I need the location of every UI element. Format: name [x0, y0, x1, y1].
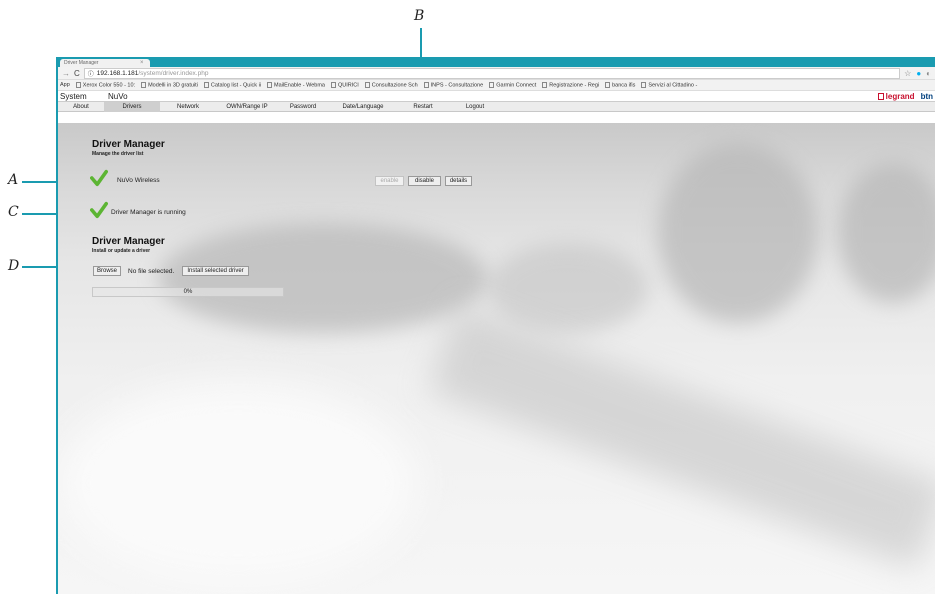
background-trees: [488, 243, 648, 333]
callout-d: D: [8, 258, 20, 274]
brand-suffix: btn: [920, 92, 933, 101]
bookmark-item[interactable]: Catalog list - Quick ii: [203, 81, 262, 89]
details-button[interactable]: details: [445, 176, 472, 186]
bookmark-icon: [605, 81, 611, 88]
bookmark-icon: [267, 81, 273, 88]
bookmark-item[interactable]: Garmin Connect: [489, 81, 537, 89]
checkmark-icon: [90, 169, 108, 187]
bookmark-item[interactable]: QUIRICI: [331, 81, 359, 89]
bookmark-item[interactable]: Modelli in 3D gratuiti: [141, 81, 198, 89]
bookmark-item[interactable]: Xerox Color 550 - 10:: [75, 81, 136, 89]
forward-icon[interactable]: →: [62, 67, 70, 80]
callout-b: B: [414, 8, 425, 24]
progress-label: 0%: [183, 289, 193, 295]
disable-button[interactable]: disable: [408, 176, 441, 186]
installer-title: Driver Manager: [92, 236, 165, 247]
bookmark-icon: [364, 81, 370, 88]
menu-item-own-range-ip[interactable]: OWN/Range IP: [216, 102, 278, 112]
bookmark-label: Registrazione - Regi: [549, 82, 600, 89]
callout-c: C: [8, 204, 19, 220]
bookmark-item[interactable]: Consultazione Sch: [364, 81, 418, 89]
bookmark-item[interactable]: Registrazione - Regi: [542, 81, 600, 89]
bookmark-icon: [75, 81, 81, 88]
background-river: [428, 306, 935, 570]
bookmark-label: MailEnable - Webma: [274, 82, 325, 89]
upload-progress-bar: 0%: [92, 287, 284, 297]
driver-list-title: Driver Manager: [92, 139, 165, 150]
content-area: Driver Manager Manage the driver list Nu…: [58, 123, 935, 594]
bookmark-icon: [489, 81, 495, 88]
main-menu: About Drivers Network OWN/Range IP Password D…: [58, 102, 935, 112]
bookmark-label: INPS - Consultazione: [430, 82, 484, 89]
bookmark-item[interactable]: banca ifis: [605, 81, 636, 89]
bookmark-item[interactable]: INPS - Consultazione: [423, 81, 484, 89]
bookmark-item[interactable]: Servizi al Cittadino -: [641, 81, 698, 89]
star-icon[interactable]: ☆: [904, 69, 911, 78]
driver-list-subtitle: Manage the driver list: [92, 151, 144, 157]
app-header: System NuVo legrand btn: [58, 91, 935, 102]
tab-close-icon[interactable]: ×: [140, 59, 144, 67]
background-trees: [838, 163, 935, 303]
bookmark-label: Catalog list - Quick ii: [210, 82, 262, 89]
bookmarks-bar: App Xerox Color 550 - 10: Modelli in 3D gr…: [58, 80, 935, 91]
device-label: NuVo: [108, 91, 128, 101]
menu-item-logout[interactable]: Logout: [448, 102, 502, 112]
extension-icon[interactable]: ◐: [926, 69, 931, 78]
info-icon: ⓘ: [87, 71, 94, 78]
menu-item-restart[interactable]: Restart: [398, 102, 448, 112]
bookmark-label: App: [60, 82, 70, 88]
tab-title: Driver Manager: [64, 60, 99, 66]
bookmark-label: Garmin Connect: [496, 82, 537, 89]
installer-subtitle: Install or update a driver: [92, 248, 151, 254]
driver-manager-status: Driver Manager is running: [111, 209, 186, 216]
bookmark-icon: [331, 81, 336, 88]
menu-item-date-language[interactable]: Date/Language: [328, 102, 398, 112]
bookmark-label: Modelli in 3D gratuiti: [148, 82, 198, 89]
background-glow: [58, 383, 418, 583]
bookmark-label: QUIRICI: [338, 82, 359, 89]
bookmark-icon: [141, 81, 147, 88]
bookmark-icon: [641, 81, 647, 88]
tab-strip: Driver Manager ×: [58, 59, 935, 67]
url-path: /system/driver.index.php: [138, 69, 209, 77]
callout-a: A: [8, 172, 19, 188]
menu-item-about[interactable]: About: [58, 102, 104, 112]
address-bar[interactable]: ⓘ 192.168.1.181/system/driver.index.php: [83, 67, 901, 79]
menu-item-password[interactable]: Password: [278, 102, 328, 112]
browser-window: Driver Manager × → C ⓘ 192.168.1.181/sys…: [56, 57, 935, 594]
brand-logo: legrand btn: [877, 91, 933, 102]
bookmark-label: banca ifis: [612, 82, 636, 89]
driver-name: NuVo Wireless: [117, 177, 160, 184]
browse-button[interactable]: Browse: [93, 266, 121, 276]
skype-icon[interactable]: ●: [916, 69, 921, 78]
bookmark-icon: [542, 81, 548, 88]
background-trees: [658, 143, 818, 323]
bookmark-item[interactable]: App: [60, 82, 70, 88]
enable-button[interactable]: enable: [375, 176, 404, 186]
bookmark-item[interactable]: MailEnable - Webma: [267, 81, 325, 89]
bookmark-icon: [423, 81, 429, 88]
install-driver-button[interactable]: Install selected driver: [182, 266, 249, 276]
bookmark-label: Servizi al Cittadino -: [648, 82, 698, 89]
browser-tab[interactable]: Driver Manager ×: [60, 59, 150, 67]
reload-icon[interactable]: C: [74, 67, 80, 80]
menu-item-drivers[interactable]: Drivers: [104, 102, 160, 112]
browser-toolbar: → C ⓘ 192.168.1.181/system/driver.index.…: [58, 67, 935, 80]
file-status: No file selected.: [128, 268, 175, 275]
bookmark-icon: [203, 81, 209, 88]
brand-name: legrand: [885, 92, 915, 101]
bookmark-label: Consultazione Sch: [371, 82, 418, 89]
legrand-logo-icon: [877, 93, 884, 100]
menu-item-network[interactable]: Network: [160, 102, 216, 112]
bookmark-label: Xerox Color 550 - 10:: [82, 82, 136, 89]
system-label: System: [60, 91, 87, 101]
checkmark-icon: [90, 201, 108, 219]
background-trees: [158, 223, 488, 333]
url-host: 192.168.1.181: [96, 69, 139, 77]
